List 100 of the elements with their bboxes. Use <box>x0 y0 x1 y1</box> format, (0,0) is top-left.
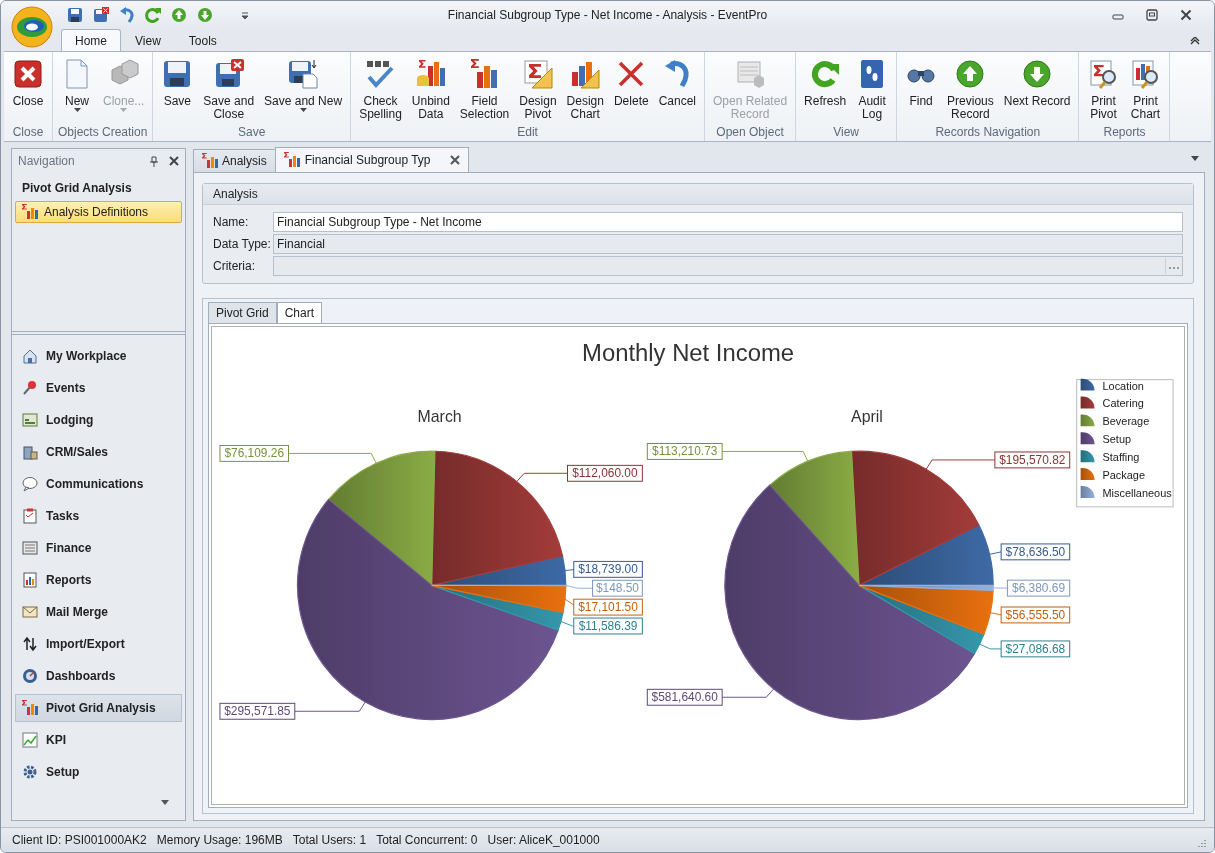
data-label: $76,109.26 <box>224 446 285 461</box>
document-tab[interactable]: Financial Subgroup Typ <box>274 147 469 172</box>
ribbon-button[interactable]: Refresh <box>799 58 852 122</box>
navigation-item[interactable]: Analysis Definitions <box>15 201 182 223</box>
ribbon-tab[interactable]: Home <box>61 29 121 51</box>
ribbon-button[interactable]: Print Chart <box>1124 58 1167 122</box>
ribbon-tab[interactable]: View <box>121 29 175 51</box>
value-label: $11,586.39 <box>573 617 643 635</box>
ribbon-group-label: Reports <box>1103 125 1146 141</box>
ribbon-button[interactable]: Save and New <box>259 58 348 122</box>
value-label: $56,555.50 <box>1000 606 1071 624</box>
legend-label: Package <box>1102 469 1145 482</box>
ribbon-group-label: Open Object <box>716 125 784 141</box>
module-button[interactable]: Reports <box>15 566 182 594</box>
module-button[interactable]: Finance <box>15 534 182 562</box>
data-label: $11,586.39 <box>578 618 638 633</box>
page-tab[interactable]: Chart <box>276 302 323 323</box>
ribbon-button[interactable]: Unbind Data <box>406 58 455 122</box>
module-button[interactable]: Events <box>15 374 182 402</box>
data-label: $295,571.85 <box>224 704 291 719</box>
legend-label: Staffing <box>1102 451 1140 464</box>
value-label: $112,060.00 <box>567 464 643 482</box>
ribbon-group-label: Records Navigation <box>935 125 1041 141</box>
ribbon-button[interactable]: Print Pivot <box>1082 58 1125 122</box>
pie-title: April <box>851 408 883 426</box>
ribbon-group-label: Save <box>238 125 266 141</box>
page-tab[interactable]: Pivot Grid <box>208 302 277 323</box>
ribbon-button[interactable]: Check Spelling <box>354 58 407 122</box>
data-label: $6,380.69 <box>1012 581 1066 596</box>
field-label: Data Type: <box>213 237 272 251</box>
ribbon-group-label: Objects Creation <box>58 125 148 141</box>
pie-title: March <box>417 408 462 426</box>
status-text: User: AliceK_001000 <box>487 833 600 847</box>
ribbon-button[interactable]: New <box>56 58 98 122</box>
ribbon-button[interactable]: Design Pivot <box>514 58 562 122</box>
value-label: $18,739.00 <box>573 560 643 578</box>
ribbon-button[interactable]: Audit Log <box>851 58 894 122</box>
ribbon-button[interactable]: Close <box>7 58 49 122</box>
legend-label: Location <box>1102 379 1144 392</box>
value-label: $17,101.50 <box>573 598 643 616</box>
value-label: $6,380.69 <box>1006 579 1071 597</box>
module-button[interactable]: KPI <box>15 726 182 754</box>
value-label: $78,636.50 <box>1000 543 1071 561</box>
data-label: $581,640.60 <box>651 690 719 705</box>
value-label: $195,570.82 <box>994 451 1071 469</box>
ribbon-group-label: Close <box>12 125 44 141</box>
value-label: $148.50 <box>592 579 643 597</box>
module-button[interactable]: Setup <box>15 758 182 786</box>
legend-label: Beverage <box>1102 415 1150 428</box>
ribbon-button[interactable]: Delete <box>608 58 654 122</box>
module-button[interactable]: Import/Export <box>15 630 182 658</box>
value-label: $581,640.60 <box>646 688 723 706</box>
module-button[interactable]: Tasks <box>15 502 182 530</box>
ribbon-button[interactable]: Cancel <box>653 58 701 122</box>
group-title: Analysis <box>213 187 258 201</box>
window-title: Financial Subgroup Type - Net Income - Analysis - EventPro <box>446 8 769 22</box>
section-title: Pivot Grid Analysis <box>21 180 133 197</box>
ribbon-button[interactable]: Next Record <box>998 58 1076 122</box>
legend-label: Catering <box>1102 397 1144 410</box>
module-button[interactable]: My Workplace <box>15 342 182 370</box>
data-label: $113,210.73 <box>652 444 718 459</box>
value-label: $27,086.68 <box>1000 640 1071 658</box>
status-text: Client ID: PSI001000AK2 <box>12 833 147 847</box>
ribbon-button[interactable]: Previous Record <box>942 58 999 122</box>
data-label: $56,555.50 <box>1005 607 1066 622</box>
field-label: Criteria: <box>213 259 256 273</box>
field-label: Name: <box>213 215 250 229</box>
value-label: $295,571.85 <box>219 702 296 720</box>
ribbon-button[interactable]: Save <box>156 58 199 122</box>
module-button[interactable]: Lodging <box>15 406 182 434</box>
ribbon-button[interactable]: Save and Close <box>198 58 260 122</box>
data-label: $18,739.00 <box>578 562 639 577</box>
ribbon-button[interactable]: Find <box>900 58 943 122</box>
value-label: $76,109.26 <box>219 444 290 462</box>
status-text: Total Users: 1 <box>292 833 367 847</box>
module-button[interactable]: Mail Merge <box>15 598 182 626</box>
ribbon-group-label: Edit <box>517 125 538 141</box>
module-button[interactable]: Communications <box>15 470 182 498</box>
input-field[interactable]: Financial Subgroup Type - Net Income <box>273 212 1183 232</box>
data-label: $27,086.68 <box>1005 641 1066 656</box>
ribbon-button[interactable]: Design Chart <box>561 58 609 122</box>
legend-label: Miscellaneous <box>1102 486 1172 499</box>
data-label: $17,101.50 <box>578 600 639 615</box>
module-button[interactable]: Pivot Grid Analysis <box>15 694 182 722</box>
panel-title: Navigation <box>18 154 76 168</box>
ribbon-tab[interactable]: Tools <box>174 29 231 51</box>
ribbon-button[interactable]: Field Selection <box>454 58 515 122</box>
data-label: $195,570.82 <box>999 452 1066 467</box>
data-label: $112,060.00 <box>572 466 638 481</box>
status-text: Total Concurrent: 0 <box>376 833 478 847</box>
module-button[interactable]: CRM/Sales <box>15 438 182 466</box>
status-text: Memory Usage: 196MB <box>156 833 283 847</box>
data-label: $78,636.50 <box>1005 544 1066 559</box>
input-field[interactable]: Financial <box>273 234 1183 254</box>
value-label: $113,210.73 <box>646 443 723 460</box>
document-tab[interactable]: Analysis <box>193 149 276 172</box>
ribbon-group-label: View <box>833 125 859 141</box>
module-button[interactable]: Dashboards <box>15 662 182 690</box>
legend-label: Setup <box>1102 433 1132 446</box>
chart-title: Monthly Net Income <box>582 338 795 366</box>
